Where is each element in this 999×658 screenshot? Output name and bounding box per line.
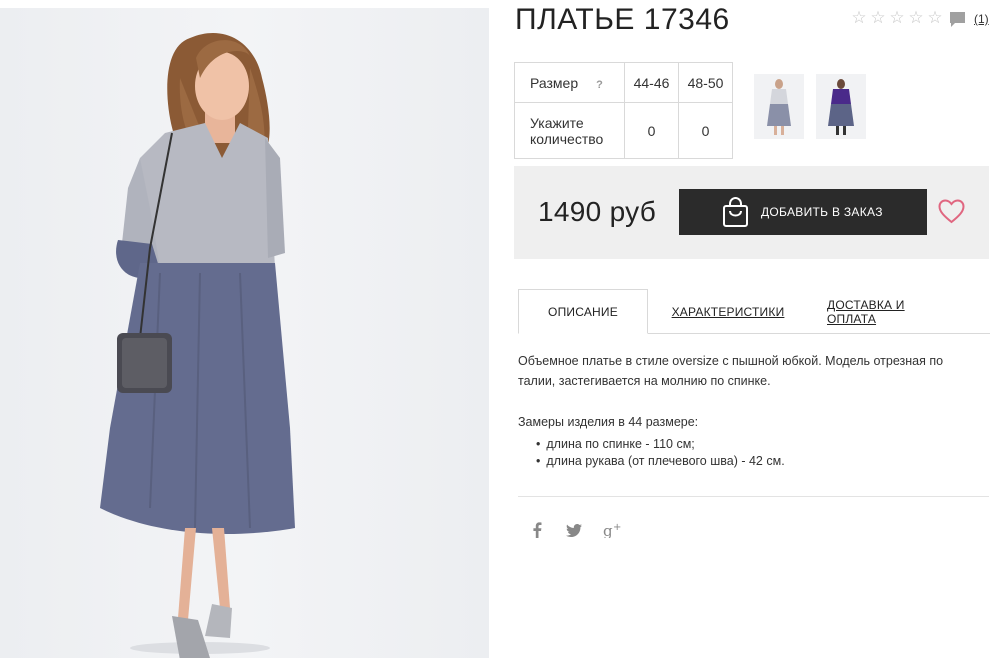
size-label: Размер bbox=[530, 74, 579, 91]
svg-text:g: g bbox=[603, 522, 613, 538]
google-plus-icon: g + bbox=[603, 522, 621, 538]
add-to-order-label: ДОБАВИТЬ В ЗАКАЗ bbox=[761, 205, 883, 219]
review-count-link[interactable]: (1) bbox=[974, 12, 989, 26]
facebook-icon bbox=[533, 522, 542, 538]
size-label-cell: Размер? bbox=[514, 62, 625, 103]
add-to-order-button[interactable]: ДОБАВИТЬ В ЗАКАЗ bbox=[679, 189, 927, 235]
quantity-label: Укажите количество bbox=[514, 102, 625, 159]
size-help-icon[interactable]: ? bbox=[596, 79, 603, 91]
info-tabs: ОПИСАНИЕ ХАРАКТЕРИСТИКИ ДОСТАВКА И ОПЛАТ… bbox=[518, 289, 990, 334]
size-option: 48-50 bbox=[678, 62, 733, 103]
list-item: длина рукава (от плечевого шва) - 42 см. bbox=[536, 453, 784, 470]
thumbnail-front-purple[interactable] bbox=[816, 74, 866, 139]
comment-icon[interactable] bbox=[949, 11, 966, 28]
rating-stars[interactable]: ☆ ☆ ☆ ☆ ☆ bbox=[850, 9, 944, 26]
product-description: Объемное платье в стиле oversize с пышно… bbox=[518, 354, 944, 388]
google-plus-share[interactable]: g + bbox=[603, 520, 623, 540]
thumbnail-front-light[interactable] bbox=[754, 74, 804, 139]
twitter-icon bbox=[566, 523, 582, 537]
quantity-input[interactable]: 0 bbox=[624, 102, 679, 159]
size-option: 44-46 bbox=[624, 62, 679, 103]
heart-icon[interactable] bbox=[938, 199, 965, 224]
price: 1490 руб bbox=[538, 196, 657, 227]
tab-characteristics[interactable]: ХАРАКТЕРИСТИКИ bbox=[668, 289, 788, 334]
svg-text:+: + bbox=[613, 522, 621, 533]
shopping-bag-icon bbox=[723, 197, 748, 227]
twitter-share[interactable] bbox=[566, 520, 582, 540]
model-illustration bbox=[100, 32, 295, 658]
buy-box: 1490 руб ДОБАВИТЬ В ЗАКАЗ bbox=[514, 166, 989, 259]
star-icon[interactable]: ☆ bbox=[907, 9, 925, 26]
quantity-input[interactable]: 0 bbox=[678, 102, 733, 159]
divider bbox=[518, 496, 989, 497]
size-quantity-table: Размер? 44-46 48-50 Укажите количество 0… bbox=[514, 62, 733, 159]
star-icon[interactable]: ☆ bbox=[888, 9, 906, 26]
star-icon[interactable]: ☆ bbox=[850, 9, 868, 26]
list-item: длина по спинке - 110 см; bbox=[536, 436, 785, 453]
measurements-title: Замеры изделия в 44 размере: bbox=[518, 415, 699, 429]
tab-description[interactable]: ОПИСАНИЕ bbox=[518, 289, 648, 334]
product-photo[interactable] bbox=[0, 8, 489, 658]
star-icon[interactable]: ☆ bbox=[926, 9, 944, 26]
measurements-list: длина по спинке - 110 см; длина рукава (… bbox=[536, 436, 785, 470]
facebook-share[interactable] bbox=[532, 520, 542, 540]
tabs-divider bbox=[648, 333, 990, 334]
product-title: ПЛАТЬЕ 17346 bbox=[515, 3, 730, 36]
star-icon[interactable]: ☆ bbox=[869, 9, 887, 26]
tab-delivery-payment[interactable]: ДОСТАВКА И ОПЛАТА bbox=[827, 289, 957, 334]
